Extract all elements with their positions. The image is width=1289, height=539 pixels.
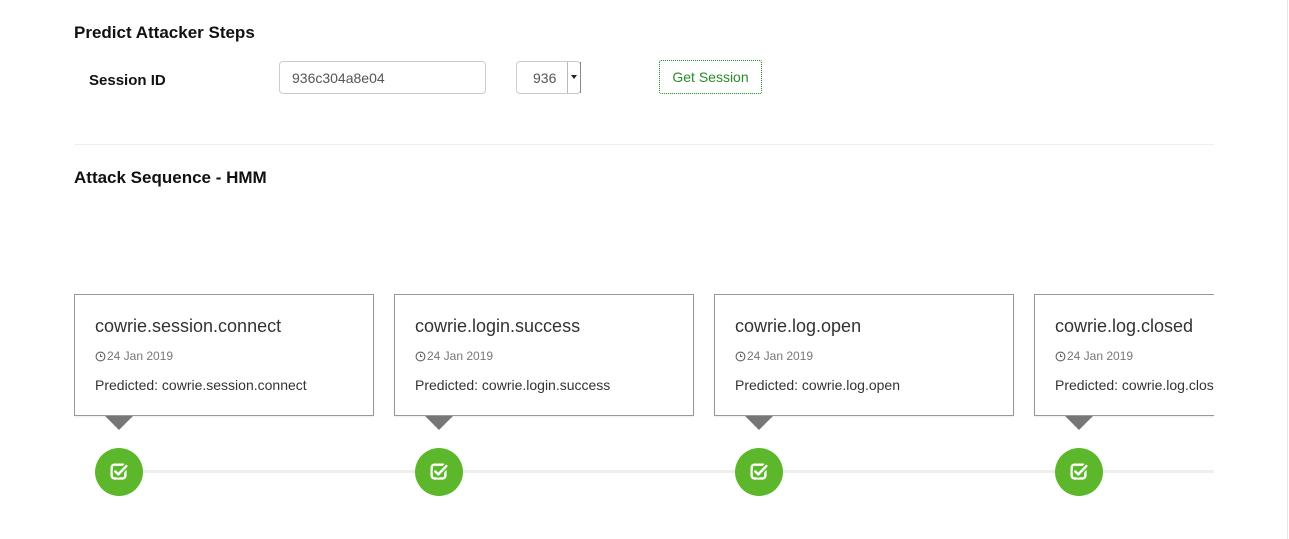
event-date: 24 Jan 2019	[1055, 349, 1133, 363]
event-badge	[735, 448, 783, 496]
event-predicted: Predicted: cowrie.log.open	[735, 377, 900, 393]
timeline[interactable]: cowrie.session.connect 24 Jan 2019 Predi…	[74, 290, 1214, 505]
event-date-text: 24 Jan 2019	[747, 349, 814, 363]
check-square-icon	[1070, 463, 1090, 480]
timeline-event: cowrie.login.success 24 Jan 2019 Predict…	[394, 290, 694, 505]
event-name: cowrie.session.connect	[95, 316, 282, 336]
event-name: cowrie.log.closed	[1055, 316, 1194, 336]
event-name: cowrie.log.open	[735, 316, 862, 336]
session-id-input[interactable]	[279, 61, 486, 94]
card-pointer	[425, 416, 453, 430]
card-pointer	[745, 416, 773, 430]
session-id-label: Session ID	[89, 72, 166, 89]
event-predicted: Predicted: cowrie.login.success	[415, 377, 611, 393]
page: Predict Attacker Steps Session ID 936 Ge…	[0, 0, 1289, 539]
select-arrow-icon[interactable]	[567, 62, 580, 93]
event-date-text: 24 Jan 2019	[107, 349, 174, 363]
section-title: Attack Sequence - HMM	[74, 168, 267, 187]
timeline-event: cowrie.log.closed 24 Jan 2019 Predicted:…	[1034, 290, 1214, 505]
scrollbar-edge	[1287, 0, 1288, 539]
event-badge	[95, 448, 143, 496]
event-card: cowrie.log.closed 24 Jan 2019 Predicted:…	[1034, 294, 1214, 416]
event-name: cowrie.login.success	[415, 316, 581, 336]
event-date: 24 Jan 2019	[95, 349, 173, 363]
event-card: cowrie.session.connect 24 Jan 2019 Predi…	[74, 294, 374, 416]
event-date: 24 Jan 2019	[415, 349, 493, 363]
page-title: Predict Attacker Steps	[74, 23, 255, 42]
event-predicted: Predicted: cowrie.session.connect	[95, 377, 307, 393]
event-card: cowrie.login.success 24 Jan 2019 Predict…	[394, 294, 694, 416]
event-predicted: Predicted: cowrie.log.closed	[1055, 377, 1214, 393]
check-square-icon	[110, 463, 130, 480]
check-square-icon	[430, 463, 450, 480]
clock-icon	[95, 351, 106, 361]
section-divider	[74, 144, 1214, 145]
timeline-event: cowrie.log.open 24 Jan 2019 Predicted: c…	[714, 290, 1014, 505]
timeline-event: cowrie.session.connect 24 Jan 2019 Predi…	[74, 290, 374, 505]
check-square-icon	[750, 463, 770, 480]
session-select[interactable]: 936	[516, 61, 581, 94]
card-pointer	[105, 416, 133, 430]
event-badge	[415, 448, 463, 496]
event-badge	[1055, 448, 1103, 496]
card-pointer	[1065, 416, 1093, 430]
clock-icon	[735, 351, 746, 361]
event-card: cowrie.log.open 24 Jan 2019 Predicted: c…	[714, 294, 1014, 416]
event-date-text: 24 Jan 2019	[1067, 349, 1134, 363]
clock-icon	[1055, 351, 1066, 361]
session-select-value: 936	[533, 70, 557, 86]
event-date: 24 Jan 2019	[735, 349, 813, 363]
get-session-button[interactable]: Get Session	[659, 60, 762, 94]
clock-icon	[415, 351, 426, 361]
event-date-text: 24 Jan 2019	[427, 349, 494, 363]
